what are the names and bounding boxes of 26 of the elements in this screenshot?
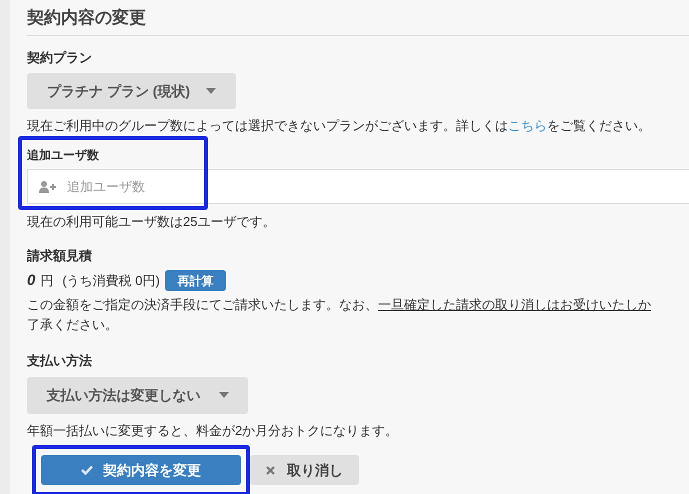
field-label: 支払い方法 xyxy=(27,352,93,370)
notice-text: この金額をご指定の決済手段にてご請求いたします。なお、一旦確定した請求の取り消しはお受けいたしか xyxy=(27,296,652,314)
caret-icon xyxy=(218,392,228,398)
tax-text: (うち消費税 0円) xyxy=(62,272,160,290)
notice-text: 了承ください。 xyxy=(27,316,119,334)
caret-icon xyxy=(206,88,216,94)
field-label: 請求額見積 xyxy=(27,247,93,265)
amount-value: 0 xyxy=(27,270,36,290)
user-count-field[interactable]: 追加ユーザ数 xyxy=(27,168,689,204)
field-label: 追加ユーザ数 xyxy=(27,146,100,164)
field-label: 契約プラン xyxy=(27,48,93,66)
note-text: 現在の利用可能ユーザ数は25ユーザです。 xyxy=(27,212,276,230)
cancel-button[interactable]: 取り消し xyxy=(250,455,359,485)
currency-unit: 円 xyxy=(40,272,54,290)
page-title: 契約内容の変更 xyxy=(27,5,689,36)
recalculate-button[interactable]: 再計算 xyxy=(164,270,226,292)
close-icon xyxy=(266,466,275,474)
help-text: 現在ご利用中のグループ数によっては選択できないプランがございます。詳しくはこちら をご覧ください。 xyxy=(27,117,652,135)
change-contract-button[interactable]: 契約内容を変更 xyxy=(41,455,241,485)
note-text: 年額一括払いに変更すると、料金が2か月分おトクになります。 xyxy=(27,422,400,440)
help-link[interactable]: こちら xyxy=(508,118,547,133)
check-icon xyxy=(81,465,93,475)
plan-dropdown[interactable]: プラチナ プラン (現状) xyxy=(27,73,236,109)
add-user-icon xyxy=(39,180,56,192)
payment-dropdown[interactable]: 支払い方法は変更しない xyxy=(27,376,248,414)
notice-link[interactable]: 一旦確定した請求の取り消しはお受けいたしか xyxy=(378,297,651,312)
